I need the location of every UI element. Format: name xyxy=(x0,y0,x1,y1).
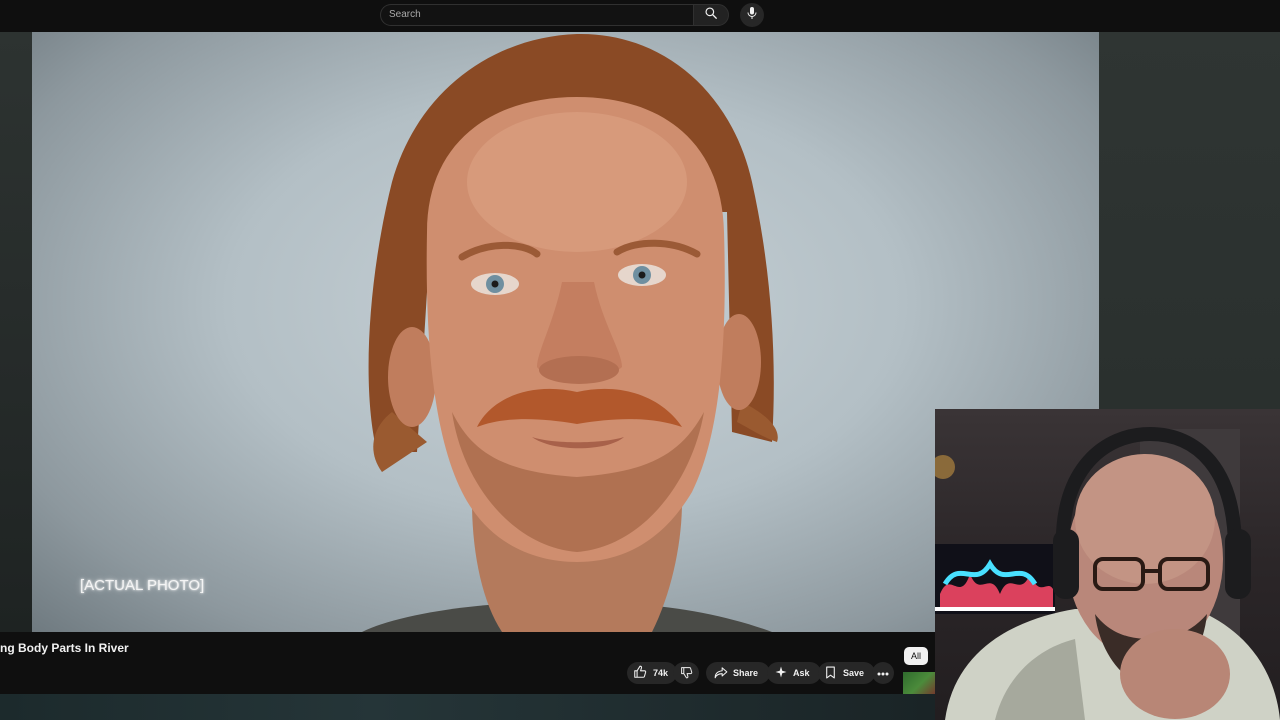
video-title: ng Body Parts In River xyxy=(0,641,129,655)
voice-search-button[interactable] xyxy=(740,3,764,27)
search-icon xyxy=(704,6,718,25)
thumbs-up-icon xyxy=(633,665,647,681)
save-button[interactable]: Save xyxy=(818,662,875,684)
share-button[interactable]: Share xyxy=(706,662,770,684)
thumbs-down-icon xyxy=(680,666,693,681)
like-button[interactable]: 74k xyxy=(627,662,677,684)
ambient-left-background xyxy=(0,32,32,632)
video-caption: [ACTUAL PHOTO] xyxy=(80,577,205,594)
search-button[interactable] xyxy=(693,4,729,26)
ask-label: Ask xyxy=(793,668,810,678)
share-icon xyxy=(714,666,728,681)
bookmark-icon xyxy=(825,666,836,681)
chip-all[interactable]: All xyxy=(904,647,928,665)
more-actions-button[interactable] xyxy=(872,662,894,684)
sparkle-icon xyxy=(775,666,787,680)
ask-button[interactable]: Ask xyxy=(767,662,821,684)
video-info-bar: ng Body Parts In River 74k Share Ask Sav… xyxy=(0,632,936,698)
search-input[interactable]: Search xyxy=(380,4,693,26)
webcam-frame xyxy=(935,426,1280,720)
dislike-button[interactable] xyxy=(673,662,699,684)
microphone-icon xyxy=(746,6,758,25)
lower-ambient-strip xyxy=(0,694,936,720)
more-horizontal-icon xyxy=(877,668,889,678)
like-count: 74k xyxy=(653,668,669,678)
save-label: Save xyxy=(843,668,865,678)
webcam-overlay xyxy=(935,409,1280,720)
top-bar: Search xyxy=(0,0,1280,32)
ambient-right-background xyxy=(1099,32,1280,412)
share-label: Share xyxy=(733,668,759,678)
